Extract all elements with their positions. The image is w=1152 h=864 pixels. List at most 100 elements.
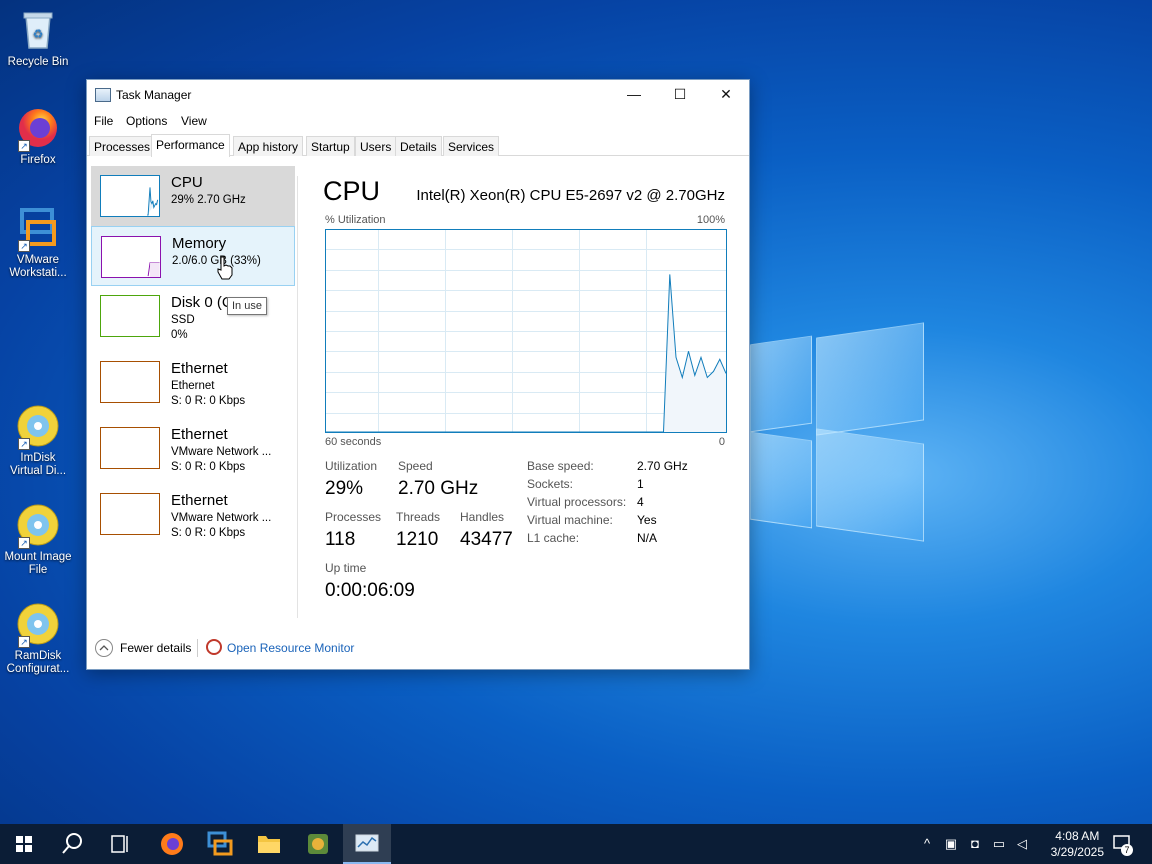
resource-detail: S: 0 R: 0 Kbps xyxy=(171,461,246,473)
resource-name: Disk 0 (C xyxy=(171,294,233,311)
search-button[interactable] xyxy=(48,824,96,864)
disc-icon: ↗ xyxy=(16,404,60,450)
resource-cpu[interactable]: CPU 29% 2.70 GHz xyxy=(91,166,295,226)
resource-ethernet[interactable]: Ethernet Ethernet S: 0 R: 0 Kbps xyxy=(91,352,295,412)
taskbar-task-manager[interactable] xyxy=(343,824,391,864)
desktop-icon-label: Configurat... xyxy=(6,663,70,675)
volume-muted-icon[interactable]: ◁ xyxy=(1013,835,1031,853)
svg-text:♻: ♻ xyxy=(33,27,44,41)
menu-view[interactable]: View xyxy=(181,114,207,128)
spec-value: 1 xyxy=(637,477,644,491)
utilization-value: 29% xyxy=(325,478,364,499)
shortcut-arrow-icon: ↗ xyxy=(18,537,30,549)
tab-users[interactable]: Users xyxy=(355,136,397,156)
desktop-icon-ramdisk[interactable]: ↗ RamDisk Configurat... xyxy=(0,602,76,676)
cpu-thumbnail xyxy=(100,175,160,217)
resource-name: Memory xyxy=(172,235,227,252)
taskbar-file-explorer[interactable] xyxy=(245,824,293,864)
menu-options[interactable]: Options xyxy=(126,114,167,128)
menu-bar: File Options View xyxy=(87,110,749,132)
windows-logo-wallpaper xyxy=(740,320,930,550)
tab-startup[interactable]: Startup xyxy=(306,136,355,156)
meet-now-icon[interactable]: ◘ xyxy=(966,835,984,853)
firefox-icon: ↗ xyxy=(16,106,60,152)
resource-name: Ethernet xyxy=(171,426,228,443)
desktop-icon-label: Firefox xyxy=(20,154,56,166)
desktop-icon-mount-image[interactable]: ↗ Mount Image File xyxy=(0,503,76,577)
desktop-icon-label: RamDisk xyxy=(14,650,62,662)
spec-value: N/A xyxy=(637,531,658,545)
tab-details[interactable]: Details xyxy=(395,136,442,156)
taskbar-app[interactable] xyxy=(294,824,342,864)
resource-detail: 0% xyxy=(171,329,188,341)
clock-time: 4:08 AM xyxy=(1055,829,1100,843)
resource-memory[interactable]: Memory 2.0/6.0 GB (33%) xyxy=(91,226,295,286)
pane-divider[interactable] xyxy=(297,176,298,618)
clock-date: 3/29/2025 xyxy=(1050,845,1104,859)
firefox-icon xyxy=(161,833,183,855)
desktop-icon-imdisk[interactable]: ↗ ImDisk Virtual Di... xyxy=(0,404,76,478)
tab-processes[interactable]: Processes xyxy=(89,136,156,156)
spec-label: Virtual machine: xyxy=(527,513,613,527)
speed-label: Speed xyxy=(398,459,433,473)
start-button[interactable] xyxy=(0,824,48,864)
footer-divider xyxy=(197,639,198,657)
resource-ethernet[interactable]: Ethernet VMware Network ... S: 0 R: 0 Kb… xyxy=(91,418,295,478)
app-icon xyxy=(308,834,328,854)
disc-icon: ↗ xyxy=(16,503,60,549)
maximize-button[interactable]: ☐ xyxy=(657,80,703,110)
tab-strip: Processes Performance App history Startu… xyxy=(87,134,749,157)
minimize-button[interactable]: — xyxy=(611,80,657,110)
close-button[interactable]: ✕ xyxy=(703,80,749,110)
spec-value: 2.70 GHz xyxy=(637,459,688,473)
fewer-details-button[interactable]: Fewer details xyxy=(120,641,191,655)
uptime-value: 0:00:06:09 xyxy=(325,580,415,601)
tray-app-icon[interactable]: ▣ xyxy=(942,835,960,853)
vmware-icon xyxy=(207,831,233,856)
shortcut-arrow-icon: ↗ xyxy=(18,140,30,152)
menu-file[interactable]: File xyxy=(94,114,113,128)
resource-detail: S: 0 R: 0 Kbps xyxy=(171,395,246,407)
task-view-button[interactable] xyxy=(96,824,144,864)
resource-name: Ethernet xyxy=(171,492,228,509)
tab-performance[interactable]: Performance xyxy=(151,134,230,157)
vmware-icon: ↗ xyxy=(16,206,60,252)
uptime-label: Up time xyxy=(325,561,367,575)
ethernet-thumbnail xyxy=(100,361,160,403)
resource-name: Ethernet xyxy=(171,360,228,377)
spec-value: 4 xyxy=(637,495,644,509)
task-manager-icon xyxy=(355,834,379,852)
cpu-model: Intel(R) Xeon(R) CPU E5-2697 v2 @ 2.70GH… xyxy=(416,187,725,204)
spec-label: Base speed: xyxy=(527,459,594,473)
graph-y-max: 100% xyxy=(696,214,725,226)
taskbar-firefox[interactable] xyxy=(148,824,196,864)
spec-value: Yes xyxy=(637,513,657,527)
taskbar-vmware[interactable] xyxy=(196,824,244,864)
shortcut-arrow-icon: ↗ xyxy=(18,438,30,450)
open-resource-monitor-link[interactable]: Open Resource Monitor xyxy=(227,641,354,655)
chevron-up-icon[interactable] xyxy=(95,639,113,657)
network-icon[interactable]: ▭ xyxy=(990,835,1008,853)
resource-ethernet[interactable]: Ethernet VMware Network ... S: 0 R: 0 Kb… xyxy=(91,484,295,544)
taskbar: ^ ▣ ◘ ▭ ◁ 4:08 AM 3/29/2025 7 xyxy=(0,824,1152,864)
desktop-icon-vmware[interactable]: ↗ VMware Workstati... xyxy=(0,206,76,280)
threads-value: 1210 xyxy=(396,529,439,550)
graph-x-label: 60 seconds xyxy=(325,436,382,448)
tooltip: In use xyxy=(227,297,267,315)
resource-disk[interactable]: Disk 0 (C SSD 0% xyxy=(91,286,295,346)
task-manager-window: Task Manager — ☐ ✕ File Options View Pro… xyxy=(86,79,750,670)
desktop-icon-firefox[interactable]: ↗ Firefox xyxy=(0,106,76,167)
title-bar[interactable]: Task Manager — ☐ ✕ xyxy=(87,80,749,110)
tab-services[interactable]: Services xyxy=(443,136,500,156)
clock[interactable]: 4:08 AM 3/29/2025 xyxy=(1051,828,1104,860)
utilization-label: Utilization xyxy=(325,459,378,473)
resource-detail: VMware Network ... xyxy=(171,512,272,524)
chevron-up-icon[interactable]: ^ xyxy=(918,835,936,853)
spec-label: L1 cache: xyxy=(527,531,580,545)
graph-x-end: 0 xyxy=(718,436,725,448)
processes-label: Processes xyxy=(325,510,382,524)
folder-icon xyxy=(258,836,280,853)
tab-app-history[interactable]: App history xyxy=(233,136,304,156)
desktop-icon-recycle-bin[interactable]: ♻ Recycle Bin xyxy=(0,8,76,69)
resource-detail: SSD xyxy=(171,314,195,326)
